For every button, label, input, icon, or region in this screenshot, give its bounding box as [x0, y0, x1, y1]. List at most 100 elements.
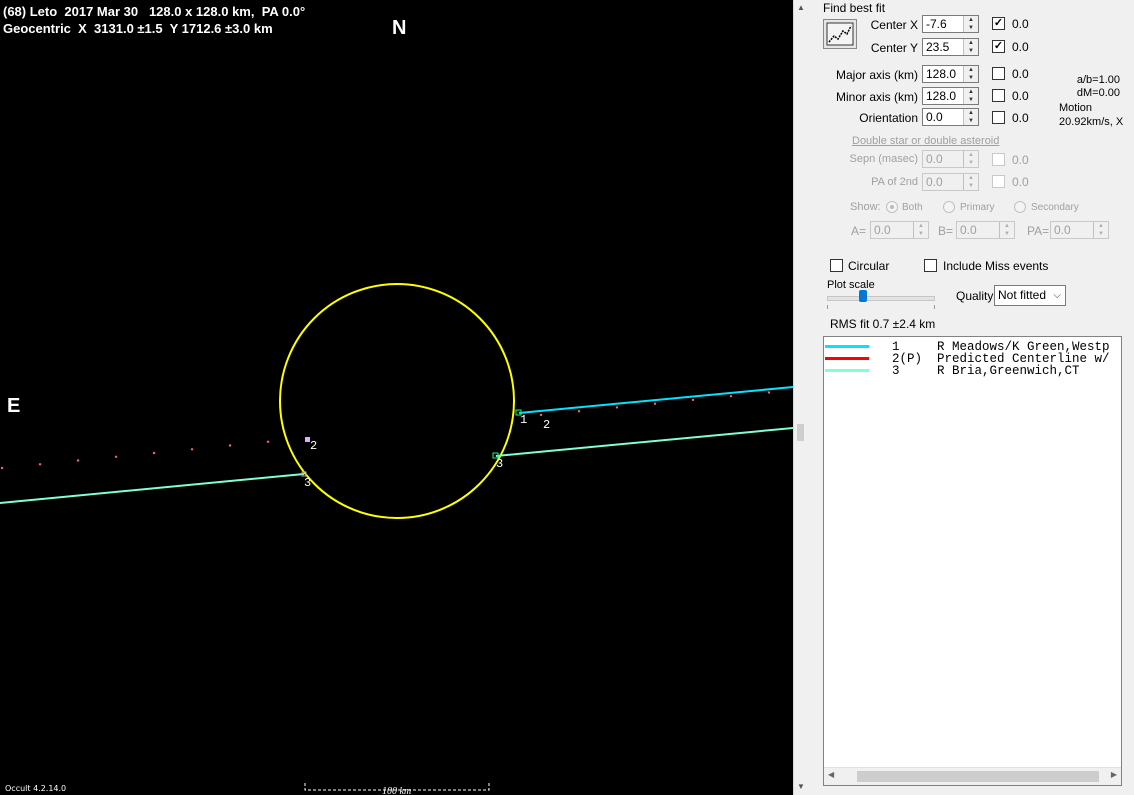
show-label: Show:: [850, 201, 881, 213]
plot-scale-label: Plot scale: [827, 279, 875, 291]
fit-graph-icon: [826, 22, 854, 46]
circular-label: Circular: [848, 259, 890, 273]
pa2nd-checkbox[interactable]: [992, 175, 1005, 188]
center-y-checkbox[interactable]: ✓: [992, 40, 1005, 53]
minor-axis-spinner[interactable]: ▲ ▼: [963, 88, 978, 104]
show-secondary-radio[interactable]: [1014, 201, 1026, 213]
legend-text: 3 R Bria,Greenwich,CT: [892, 364, 1080, 378]
sepn-input[interactable]: 0.0 ▲ ▼: [922, 150, 979, 168]
predicted-dot: [38, 463, 42, 466]
center-x-label: Center X: [870, 18, 918, 32]
find-best-fit-label: Find best fit: [823, 1, 886, 15]
pa2nd-spinner[interactable]: ▲ ▼: [963, 174, 978, 190]
chord-label: 1: [520, 413, 528, 427]
dm-text: dM=0.00: [1076, 87, 1120, 99]
show-primary-radio[interactable]: [943, 201, 955, 213]
asteroid-outline: [279, 283, 515, 519]
fit-panel: Find best fit Center X -7.6 ▲ ▼ ✓ 0.0 Cen…: [808, 0, 1134, 795]
legend-swatch: [825, 369, 869, 372]
predicted-dot: [114, 455, 118, 458]
plot-scale-slider[interactable]: [827, 296, 935, 301]
chevron-down-icon: ⌵: [1053, 290, 1061, 301]
major-axis-label: Major axis (km): [835, 68, 918, 82]
center-y-label: Center Y: [870, 41, 918, 55]
scroll-right-icon[interactable]: ▶: [1111, 770, 1117, 779]
orientation-check-value: 0.0: [1012, 111, 1029, 125]
chord-3-line-right: [495, 427, 793, 457]
predicted-dot: [691, 398, 695, 402]
a-spinner[interactable]: ▲ ▼: [913, 222, 928, 238]
predicted-dot: [615, 406, 619, 409]
observer-legend-list[interactable]: 1 R Meadows/K Green,Westp 2(P) Predicted…: [823, 336, 1122, 786]
minor-axis-input[interactable]: 128.0 ▲ ▼: [922, 87, 979, 105]
plot-scale-thumb[interactable]: [859, 290, 867, 302]
include-miss-checkbox[interactable]: [924, 259, 937, 272]
sepn-check-value: 0.0: [1012, 153, 1029, 167]
minor-axis-label: Minor axis (km): [835, 90, 918, 104]
legend-horizontal-scrollbar[interactable]: ◀ ▶: [824, 767, 1121, 785]
quality-select[interactable]: Not fitted ⌵: [994, 285, 1066, 306]
b-input[interactable]: 0.0 ▲ ▼: [956, 221, 1015, 239]
center-x-checkbox[interactable]: ✓: [992, 17, 1005, 30]
pa2nd-input[interactable]: 0.0 ▲ ▼: [922, 173, 979, 191]
list-item[interactable]: 3 R Bria,Greenwich,CT: [824, 364, 1121, 378]
pa-label: PA=: [1027, 224, 1050, 238]
legend-swatch: [825, 345, 869, 348]
center-x-input[interactable]: -7.6 ▲ ▼: [922, 15, 979, 33]
include-miss-label: Include Miss events: [943, 259, 1049, 273]
orientation-spinner[interactable]: ▲ ▼: [963, 109, 978, 125]
scroll-up-icon[interactable]: ▲: [797, 4, 805, 12]
chord-label: 3: [304, 476, 312, 490]
double-star-link[interactable]: Double star or double asteroid: [852, 135, 999, 147]
center-y-input[interactable]: 23.5 ▲ ▼: [922, 38, 979, 56]
find-best-fit-button[interactable]: [823, 19, 857, 49]
sepn-spinner[interactable]: ▲ ▼: [963, 151, 978, 167]
plot-canvas: [0, 283, 793, 791]
major-axis-check-value: 0.0: [1012, 67, 1029, 81]
pa-input[interactable]: 0.0 ▲ ▼: [1050, 221, 1109, 239]
plot-area[interactable]: (68) Leto 2017 Mar 30 128.0 x 128.0 km, …: [0, 0, 793, 795]
chord-label: 2: [310, 439, 318, 453]
major-axis-input[interactable]: 128.0 ▲ ▼: [922, 65, 979, 83]
predicted-dot: [190, 448, 194, 451]
circular-checkbox[interactable]: [830, 259, 843, 272]
predicted-dot: [0, 466, 4, 470]
sepn-label: Sepn (masec): [849, 153, 918, 165]
chord-label: 3: [496, 457, 504, 471]
legend-swatch: [825, 357, 869, 360]
pa-spinner[interactable]: ▲ ▼: [1093, 222, 1108, 238]
legend-scroll-thumb[interactable]: [857, 771, 1099, 782]
motion-value: 20.92km/s, X: [1059, 116, 1124, 128]
north-label: N: [392, 17, 407, 39]
show-primary-label: Primary: [960, 202, 995, 213]
major-axis-spinner[interactable]: ▲ ▼: [963, 66, 978, 82]
a-input[interactable]: 0.0 ▲ ▼: [870, 221, 929, 239]
center-y-check-value: 0.0: [1012, 40, 1029, 54]
center-x-spinner[interactable]: ▲ ▼: [963, 16, 978, 32]
version-label: Occult 4.2.14.0: [5, 784, 67, 793]
b-spinner[interactable]: ▲ ▼: [999, 222, 1014, 238]
motion-label: Motion: [1059, 102, 1093, 114]
minor-axis-checkbox[interactable]: [992, 89, 1005, 102]
plot-scale-ticks: [827, 305, 935, 309]
panel-scrollbar[interactable]: ▲ ▼: [793, 0, 808, 795]
orientation-input[interactable]: 0.0 ▲ ▼: [922, 108, 979, 126]
chord-label: 2: [543, 418, 551, 432]
predicted-dot: [767, 391, 771, 394]
scroll-thumb[interactable]: [797, 424, 804, 441]
show-secondary-label: Secondary: [1031, 202, 1079, 213]
center-y-spinner[interactable]: ▲ ▼: [963, 39, 978, 55]
sepn-checkbox[interactable]: [992, 153, 1005, 166]
predicted-dot: [76, 459, 80, 462]
major-axis-checkbox[interactable]: [992, 67, 1005, 80]
scroll-left-icon[interactable]: ◀: [828, 770, 834, 779]
plot-title: (68) Leto 2017 Mar 30 128.0 x 128.0 km, …: [3, 4, 306, 19]
orientation-label: Orientation: [859, 111, 918, 125]
show-both-label: Both: [902, 202, 923, 213]
orientation-checkbox[interactable]: [992, 111, 1005, 124]
chord-3-line-left: [0, 473, 305, 504]
ratio-text: a/b=1.00: [1076, 74, 1120, 86]
predicted-dot: [228, 444, 232, 447]
scroll-down-icon[interactable]: ▼: [797, 783, 805, 791]
show-both-radio[interactable]: [886, 201, 898, 213]
